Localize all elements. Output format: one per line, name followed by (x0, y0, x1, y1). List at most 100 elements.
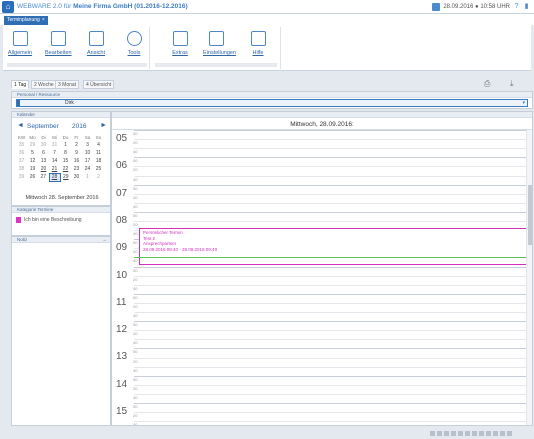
status-icon[interactable] (465, 431, 470, 436)
calendar-day[interactable]: 12 (27, 157, 38, 165)
calendar-day[interactable]: 10 (82, 149, 93, 157)
calendar-day[interactable]: 24 (82, 165, 93, 173)
calendar-day[interactable]: 30 (38, 141, 49, 149)
status-icon[interactable] (486, 431, 491, 436)
month-label[interactable]: September (27, 123, 59, 130)
calendar-day[interactable]: 31 (49, 141, 60, 149)
time-slot[interactable] (134, 421, 526, 425)
export-icon[interactable]: ⤓ (510, 79, 520, 89)
calendar-day[interactable]: 29 (60, 173, 71, 181)
time-slot[interactable] (134, 202, 526, 212)
calendar-day[interactable]: 4 (93, 141, 104, 149)
status-icon[interactable] (444, 431, 449, 436)
tab-terminplanung[interactable]: Terminplanung × (4, 16, 48, 25)
calendar-day[interactable]: 13 (38, 157, 49, 165)
time-slot[interactable] (134, 184, 526, 194)
status-icon[interactable] (472, 431, 477, 436)
tab-month[interactable]: 3 Monat (55, 80, 80, 89)
calendar-day[interactable]: 25 (93, 165, 104, 173)
time-slot[interactable] (134, 302, 526, 312)
calendar-day[interactable]: 3 (82, 141, 93, 149)
category-item[interactable]: Ich bin eine Beschreibung (16, 216, 82, 223)
calendar-day[interactable]: 28 (48, 172, 61, 182)
scrollbar-thumb[interactable] (528, 185, 532, 245)
calendar-day[interactable]: 21 (49, 165, 60, 173)
tab-week[interactable]: 2 Woche (31, 80, 57, 89)
calendar-day[interactable]: 7 (49, 149, 60, 157)
time-slot[interactable] (134, 384, 526, 394)
calendar-day[interactable]: 2 (93, 173, 104, 181)
ribbon-button-allgemein[interactable]: Allgemein (7, 31, 33, 56)
calendar-day[interactable]: 29 (27, 141, 38, 149)
status-icon[interactable] (458, 431, 463, 436)
calendar-day[interactable]: 8 (60, 149, 71, 157)
close-icon[interactable]: × (42, 17, 45, 23)
time-slot[interactable] (134, 157, 526, 166)
time-slot[interactable] (134, 211, 526, 221)
calendar-day[interactable]: 1 (60, 141, 71, 149)
ribbon-button-bearbeiten[interactable]: Bearbeiten (45, 31, 72, 56)
status-icon[interactable] (479, 431, 484, 436)
personal-select[interactable]: Dirk ▾ (16, 99, 528, 107)
time-slot[interactable] (134, 412, 526, 421)
time-slot[interactable] (134, 139, 526, 148)
calendar-day[interactable]: 20 (38, 165, 49, 173)
ribbon-button-einstellungen[interactable]: Einstellungen (203, 31, 236, 56)
book-icon[interactable]: ▮ (523, 3, 530, 10)
ribbon-button-hilfe[interactable]: Hilfe (245, 31, 271, 56)
prev-month-button[interactable]: ◄ (17, 122, 24, 129)
time-slot[interactable] (134, 175, 526, 185)
time-slot[interactable] (134, 193, 526, 203)
time-slot[interactable] (134, 312, 526, 321)
chevron-down-icon[interactable]: ▾ (522, 100, 525, 106)
time-slot[interactable] (134, 375, 526, 385)
time-slot[interactable] (134, 348, 526, 357)
status-icon[interactable] (507, 431, 512, 436)
help-question-icon[interactable]: ? (513, 3, 520, 10)
calendar-day[interactable]: 23 (71, 165, 82, 173)
app-logo-icon[interactable]: ⌂ (2, 0, 14, 13)
calendar-day[interactable]: 16 (71, 157, 82, 165)
status-icon[interactable] (500, 431, 505, 436)
day-timeline[interactable]: 00 20 40 05 00 20 40 06 00 20 40 07 00 20 40 08 00 20 40 09… (112, 130, 527, 425)
time-slot[interactable] (134, 266, 526, 276)
ribbon-button-extras[interactable]: Extras (167, 31, 193, 56)
calendar-icon[interactable] (432, 2, 441, 11)
time-slot[interactable] (134, 148, 526, 157)
calendar-day[interactable]: 26 (27, 173, 38, 181)
calendar-day[interactable]: 2 (71, 141, 82, 149)
calendar-day[interactable]: 27 (38, 173, 49, 181)
status-icon[interactable] (493, 431, 498, 436)
time-slot[interactable] (134, 330, 526, 339)
calendar-day[interactable]: 17 (82, 157, 93, 165)
calendar-day[interactable]: 5 (27, 149, 38, 157)
vertical-scrollbar[interactable] (526, 130, 532, 425)
tab-day[interactable]: 1 Tag (11, 80, 30, 89)
status-icon[interactable] (451, 431, 456, 436)
calendar-day[interactable]: 1 (82, 173, 93, 181)
time-slot[interactable] (134, 366, 526, 376)
calendar-day[interactable]: 15 (60, 157, 71, 165)
ribbon-button-ansicht[interactable]: Ansicht (83, 31, 109, 56)
time-slot[interactable] (134, 130, 526, 139)
time-slot[interactable] (134, 275, 526, 285)
tab-overview[interactable]: 4 Übersicht (83, 80, 115, 89)
calendar-day[interactable]: 11 (93, 149, 104, 157)
time-slot[interactable] (134, 321, 526, 330)
time-slot[interactable] (134, 284, 526, 294)
print-icon[interactable]: ⎙ (484, 79, 494, 89)
next-month-button[interactable]: ► (100, 122, 107, 129)
time-slot[interactable] (134, 339, 526, 348)
calendar-day[interactable]: 30 (71, 173, 82, 181)
time-slot[interactable] (134, 357, 526, 367)
appointment-block[interactable]: Persönlicher Termin Test 2 Ansprechpartner… (139, 228, 527, 266)
calendar-day[interactable]: 9 (71, 149, 82, 157)
calendar-day[interactable]: 14 (49, 157, 60, 165)
year-label[interactable]: 2016 (72, 123, 86, 130)
ribbon-button-tools[interactable]: Tools (121, 31, 147, 56)
calendar-day[interactable]: 18 (93, 157, 104, 165)
time-slot[interactable] (134, 293, 526, 303)
calendar-day[interactable]: 19 (27, 165, 38, 173)
time-slot[interactable] (134, 393, 526, 403)
time-slot[interactable] (134, 403, 526, 412)
